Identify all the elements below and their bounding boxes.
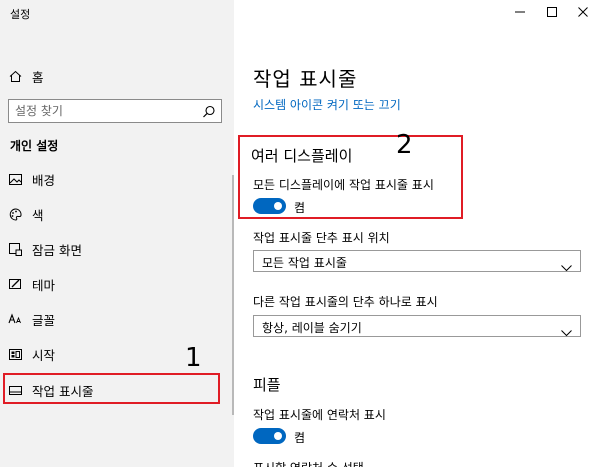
sidebar-item-label: 작업 표시줄 [32,383,94,399]
close-button[interactable] [568,0,598,24]
annotation-number-2: 2 [396,130,413,160]
combine-buttons-dropdown[interactable]: 항상, 레이블 숨기기 [253,315,581,337]
multi-display-heading: 여러 디스플레이 [251,147,353,165]
show-contacts-toggle[interactable] [253,428,286,444]
chevron-down-icon [561,322,572,341]
toggle-knob [274,432,282,440]
dropdown-value: 항상, 레이블 숨기기 [262,321,362,335]
combine-buttons-label: 다른 작업 표시줄의 단추 하나로 표시 [253,295,438,309]
show-contacts-label: 작업 표시줄에 연락처 표시 [253,408,386,422]
page-title: 작업 표시줄 [253,67,358,91]
annotation-number-1: 1 [185,343,202,373]
home-icon [8,69,22,83]
sidebar-scrollbar[interactable] [232,175,234,415]
show-all-displays-toggle[interactable] [253,198,286,214]
sidebar-item-label: 배경 [32,172,56,188]
sidebar: 설정 홈 개인 설정 배경 색 잠금 화면 테마 [0,0,234,467]
font-icon [8,312,22,326]
sidebar-item-label: 잠금 화면 [32,242,82,258]
sidebar-item-label: 색 [32,207,44,223]
taskbar-buttons-dropdown[interactable]: 모든 작업 표시줄 [253,250,581,272]
minimize-icon [515,7,525,17]
lock-screen-icon [8,242,22,256]
sidebar-item-fonts[interactable]: 글꼴 [0,304,234,334]
sidebar-item-label: 테마 [32,277,56,293]
minimize-button[interactable] [505,0,535,24]
theme-icon [8,277,22,291]
show-all-displays-state: 켬 [294,201,306,215]
sidebar-item-color[interactable]: 색 [0,199,234,229]
toggle-knob [274,202,282,210]
sidebar-item-label: 홈 [32,69,44,85]
sidebar-item-label: 글꼴 [32,312,56,328]
people-heading: 피플 [253,376,281,394]
section-heading: 개인 설정 [10,139,59,153]
dropdown-value: 모든 작업 표시줄 [262,256,347,270]
sidebar-item-home[interactable]: 홈 [0,61,234,91]
search-box[interactable] [8,99,222,123]
taskbar-buttons-label: 작업 표시줄 단추 표시 위치 [253,231,390,245]
maximize-button[interactable] [537,0,567,24]
picture-icon [8,172,22,186]
search-icon[interactable] [202,104,216,123]
system-icons-link[interactable]: 시스템 아이콘 켜기 또는 끄기 [253,96,401,113]
show-all-displays-label: 모든 디스플레이에 작업 표시줄 표시 [253,178,434,192]
search-input[interactable] [15,103,195,119]
window-title: 설정 [10,8,31,21]
start-icon [8,347,22,361]
show-contacts-state: 켬 [294,431,306,445]
taskbar-icon [8,383,22,397]
maximize-icon [547,7,557,17]
sidebar-item-taskbar[interactable]: 작업 표시줄 [0,375,234,405]
sidebar-item-background[interactable]: 배경 [0,164,234,194]
choose-contacts-label: 표시할 연락처 수 선택 [253,459,364,467]
palette-icon [8,207,22,221]
chevron-down-icon [561,257,572,276]
sidebar-item-label: 시작 [32,347,56,363]
close-icon [578,7,588,17]
sidebar-item-theme[interactable]: 테마 [0,269,234,299]
sidebar-item-lock-screen[interactable]: 잠금 화면 [0,234,234,264]
